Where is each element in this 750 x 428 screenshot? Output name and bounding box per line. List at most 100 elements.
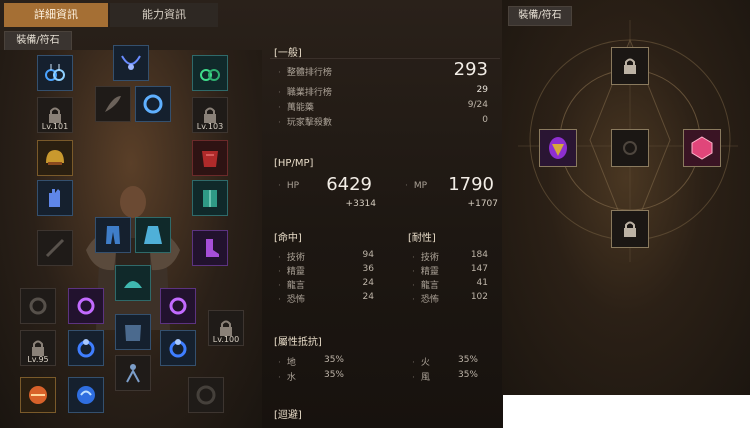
rune-slot-top[interactable]	[611, 47, 649, 85]
gloves-slot[interactable]	[37, 180, 73, 216]
locked-slot[interactable]: Lv.101	[37, 97, 73, 133]
resistance-fear-value: 102	[470, 292, 488, 302]
armor-red-icon	[202, 151, 218, 167]
elemental-fire-value: 35%	[457, 355, 478, 365]
helmet-icon	[46, 150, 64, 165]
accuracy-dragon-label: · 龍言	[278, 281, 305, 291]
earring-icon	[45, 64, 65, 81]
stat-elixir-value: 9/24	[467, 100, 488, 110]
elemental-wind-value: 35%	[457, 370, 478, 380]
rune-slot-bottom[interactable]	[611, 210, 649, 248]
figure-icon	[126, 364, 140, 383]
accuracy-tech-value: 94	[362, 250, 374, 260]
resistance-section-title: [耐性]	[408, 233, 436, 244]
rune-panel: 裝備/符石	[502, 0, 750, 395]
orb-slot[interactable]	[68, 377, 104, 413]
accuracy-fear-value: 24	[362, 292, 374, 302]
tab-detail-info[interactable]: 詳細資訊	[4, 3, 108, 27]
hp-value: 6429	[326, 174, 372, 195]
hp-label: · HP	[278, 181, 300, 191]
stat-overall-rank-value: 293	[453, 59, 488, 80]
ring-empty-slot[interactable]	[20, 288, 56, 324]
cloak-slot[interactable]	[192, 140, 228, 176]
shoulder-icon	[124, 281, 142, 288]
pants-slot[interactable]	[95, 217, 131, 253]
accuracy-spirit-value: 36	[362, 264, 374, 274]
earring-slot[interactable]	[37, 55, 73, 91]
accuracy-spirit-label: · 精靈	[278, 267, 305, 277]
robe-icon	[144, 226, 162, 244]
accessory-slot[interactable]	[115, 355, 151, 391]
helmet-slot[interactable]	[37, 140, 73, 176]
mp-label: · MP	[405, 181, 428, 191]
resistance-spirit-label: · 精靈	[412, 267, 439, 277]
resistance-tech-value: 184	[470, 250, 488, 260]
mp-value: 1790	[448, 174, 494, 195]
ring-empty-icon	[196, 385, 216, 405]
bracelet-slot[interactable]	[135, 86, 171, 122]
ring-icon	[77, 339, 95, 358]
resistance-tech-label: · 技術	[412, 253, 439, 263]
bracelet-left-slot[interactable]	[68, 288, 104, 324]
locked-slot-right[interactable]: Lv.103	[192, 97, 228, 133]
stat-overall-rank-label: · 整體排行榜	[278, 68, 332, 78]
accuracy-tech-label: · 技術	[278, 253, 305, 263]
rune-slot-center[interactable]	[611, 129, 649, 167]
sword-icon	[45, 238, 65, 258]
slot-level: Lv.95	[27, 355, 49, 364]
resistance-dragon-value: 41	[476, 278, 488, 288]
hpmp-section-title: [HP/MP]	[274, 158, 314, 169]
earring-green-icon	[200, 69, 220, 81]
shoulder-slot[interactable]	[115, 265, 151, 301]
slot-level: Lv.100	[212, 335, 240, 344]
hp-bonus: +3314	[345, 199, 376, 209]
pants-icon	[106, 226, 120, 244]
elemental-wind-label: · 風	[412, 373, 430, 383]
lock-icon	[624, 58, 636, 74]
elemental-fire-label: · 火	[412, 358, 430, 368]
bracelet-purple-icon	[169, 297, 187, 315]
bracelet-icon	[143, 94, 163, 114]
belt-slot[interactable]	[192, 180, 228, 216]
bracelet-right-slot[interactable]	[160, 288, 196, 324]
detail-panel: 詳細資訊 能力資訊 裝備/符石 Lv.101 Lv.103 Lv.100 Lv.…	[0, 0, 503, 428]
weapon-aux-slot[interactable]	[95, 86, 131, 122]
tab-ability-info[interactable]: 能力資訊	[110, 3, 218, 27]
elemental-earth-value: 35%	[323, 355, 344, 365]
locked-slot-bottom-left[interactable]: Lv.95	[20, 330, 56, 366]
locked-slot-lower[interactable]: Lv.100	[208, 310, 244, 346]
evasion-section-title: [迴避]	[274, 410, 302, 421]
ring-right-slot[interactable]	[160, 330, 196, 366]
resistance-fear-label: · 恐怖	[412, 295, 439, 305]
robe-slot[interactable]	[135, 217, 171, 253]
talisman-slot[interactable]	[20, 377, 56, 413]
ring-left-slot[interactable]	[68, 330, 104, 366]
earring-right-slot[interactable]	[192, 55, 228, 91]
accuracy-fear-label: · 恐怖	[278, 295, 305, 305]
empty-bottom-slot[interactable]	[188, 377, 224, 413]
weapon-slot[interactable]	[37, 230, 73, 266]
orb-icon	[77, 386, 95, 404]
boots-slot[interactable]	[192, 230, 228, 266]
rune-slot-right[interactable]	[683, 129, 721, 167]
lock-icon	[624, 221, 636, 237]
rune-pink-icon	[691, 136, 713, 160]
necklace-slot[interactable]	[113, 45, 149, 81]
chest-slot[interactable]	[115, 314, 151, 350]
bracelet-purple-icon	[77, 297, 95, 315]
chest-armor-icon	[125, 325, 141, 341]
stat-class-rank-label: · 職業排行榜	[278, 88, 332, 98]
equipment-rune-label: 裝備/符石	[4, 31, 72, 51]
stat-pk-label: · 玩家擊殺數	[278, 118, 332, 128]
elemental-earth-label: · 地	[278, 358, 296, 368]
slot-level: Lv.103	[196, 122, 224, 131]
resistance-dragon-label: · 龍言	[412, 281, 439, 291]
gloves-icon	[49, 189, 60, 207]
rune-empty-icon	[623, 141, 637, 155]
necklace-icon	[121, 55, 141, 70]
flame-wing-icon	[29, 386, 47, 404]
tab-bar: 詳細資訊 能力資訊	[0, 0, 503, 27]
general-section-title: [一般]	[274, 48, 302, 59]
rune-slot-left[interactable]	[539, 129, 577, 167]
elemental-water-value: 35%	[323, 370, 344, 380]
